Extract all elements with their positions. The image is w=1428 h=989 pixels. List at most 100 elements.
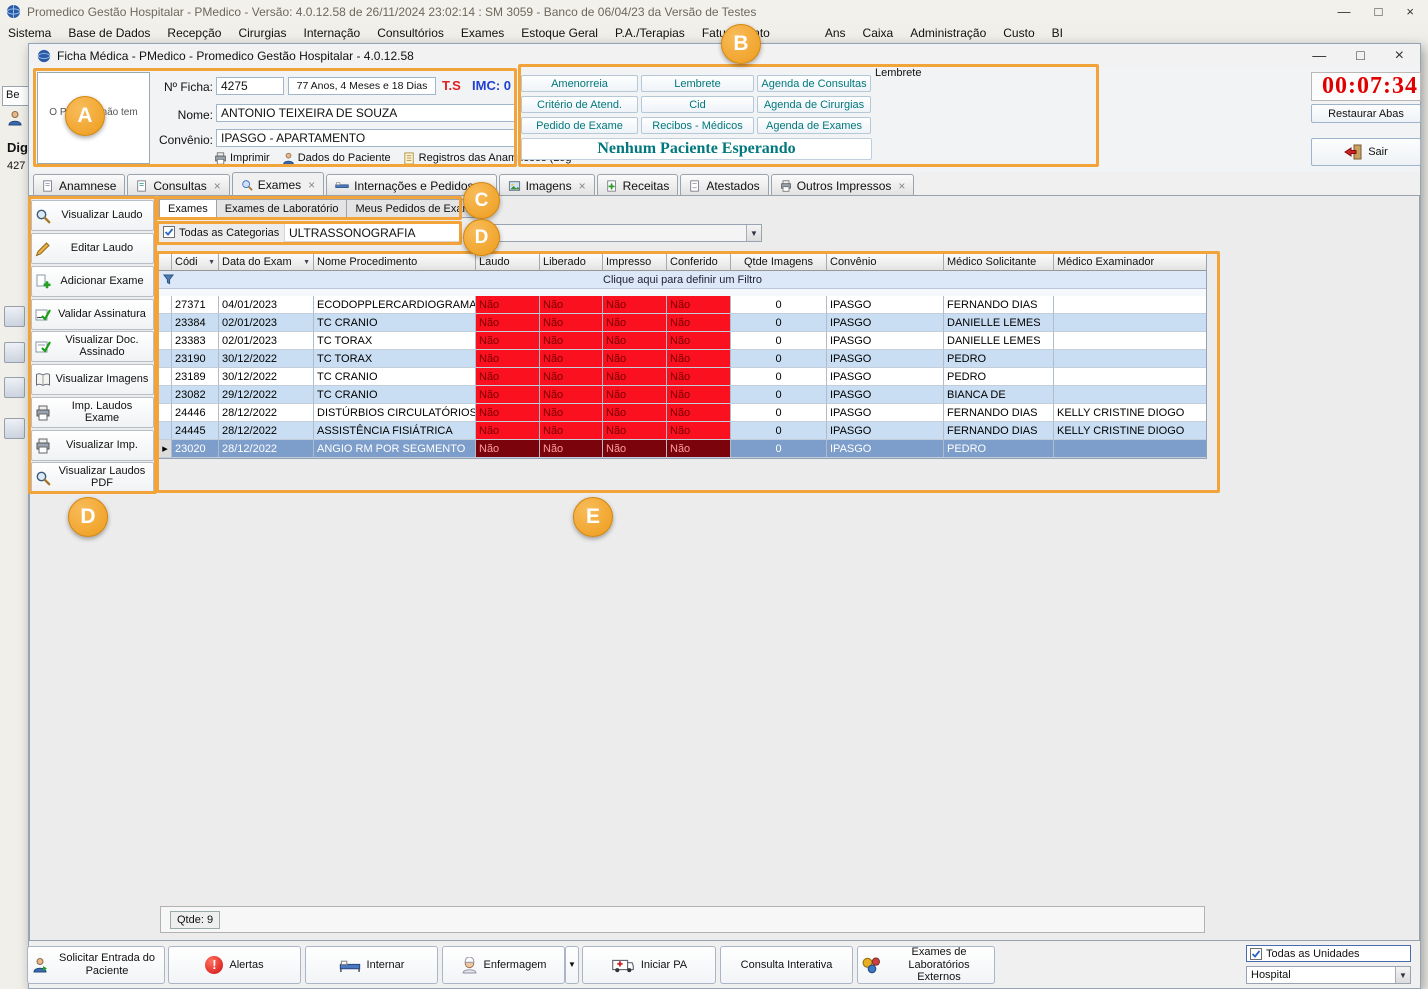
iniciar-pa-button[interactable]: Iniciar PA: [582, 946, 716, 984]
internar-button[interactable]: Internar: [305, 946, 438, 984]
table-row[interactable]: 24446 28/12/2022 DISTÚRBIOS CIRCULATÓRIO…: [159, 404, 1206, 422]
menu-item-recepcao[interactable]: Recepção: [167, 26, 221, 40]
column-header-conferido[interactable]: Conferido: [667, 254, 731, 271]
enfermagem-dropdown-button[interactable]: ▼: [565, 946, 579, 984]
consulta-interativa-button[interactable]: Consulta Interativa: [720, 946, 853, 984]
tab-close-icon[interactable]: ×: [579, 179, 586, 193]
menu-item-exames[interactable]: Exames: [461, 26, 504, 40]
tab-internacoes-e-pedidos[interactable]: Internações e Pedidos ×: [326, 174, 497, 196]
table-row[interactable]: 23383 02/01/2023 TC TORAX Não Não Não Nã…: [159, 332, 1206, 350]
menu-item-faturamento[interactable]: Faturamento: [702, 26, 770, 40]
criterio-de-atend-button[interactable]: Critério de Atend.: [521, 96, 638, 113]
close-icon[interactable]: ×: [1406, 4, 1414, 19]
lembrete-button[interactable]: Lembrete: [641, 75, 754, 92]
menu-item-internacao[interactable]: Internação: [303, 26, 360, 40]
tab-atestados[interactable]: Atestados: [680, 174, 769, 196]
menu-item-pa-terapias[interactable]: P.A./Terapias: [615, 26, 685, 40]
menu-item-estoque-geral[interactable]: Estoque Geral: [521, 26, 598, 40]
menu-item-consultorios[interactable]: Consultórios: [377, 26, 444, 40]
solicitar-entrada-button[interactable]: Solicitar Entrada do Paciente: [27, 946, 165, 984]
subtab-meus-pedidos-de-exame[interactable]: Meus Pedidos de Exame: [347, 199, 487, 218]
column-header-medico-solicitante[interactable]: Médico Solicitante: [944, 254, 1054, 271]
table-row[interactable]: 23189 30/12/2022 TC CRANIO Não Não Não N…: [159, 368, 1206, 386]
column-header-codigo[interactable]: Códi ▼: [172, 254, 219, 271]
subtab-exames-de-laboratorio[interactable]: Exames de Laboratório: [216, 199, 348, 218]
todas-categorias-checkbox[interactable]: [163, 226, 175, 238]
agenda-de-exames-button[interactable]: Agenda de Exames: [757, 117, 871, 134]
imprimir-button[interactable]: Imprimir: [214, 151, 270, 165]
visualizar-imp-button[interactable]: Visualizar Imp.: [31, 430, 154, 461]
menu-item-sistema[interactable]: Sistema: [8, 26, 51, 40]
grid-filter-row[interactable]: Clique aqui para definir um Filtro: [159, 271, 1206, 289]
column-header-liberado[interactable]: Liberado: [540, 254, 603, 271]
tab-anamnese[interactable]: Anamnese: [33, 174, 126, 196]
minimize-icon[interactable]: —: [1338, 4, 1351, 19]
menu-item-administracao[interactable]: Administração: [910, 26, 986, 40]
amenorreia-button[interactable]: Amenorreia: [521, 75, 638, 92]
menu-item-caixa[interactable]: Caixa: [863, 26, 894, 40]
chevron-down-icon[interactable]: ▼: [1395, 967, 1410, 983]
dados-do-paciente-button[interactable]: Dados do Paciente: [282, 152, 391, 165]
alertas-button[interactable]: ! Alertas: [168, 946, 301, 984]
column-header-data-do-exame[interactable]: Data do Exam ▼: [219, 254, 314, 271]
column-header-medico-examinador[interactable]: Médico Examinador: [1054, 254, 1206, 271]
unidade-combobox[interactable]: Hospital ▼: [1246, 966, 1411, 984]
tab-close-icon[interactable]: ×: [308, 178, 315, 192]
cid-button[interactable]: Cid: [641, 96, 754, 113]
visualizar-doc-assinado-button[interactable]: Visualizar Doc. Assinado: [31, 331, 154, 362]
visualizar-laudos-pdf-button[interactable]: Visualizar Laudos PDF: [31, 462, 154, 493]
close-icon[interactable]: ×: [1395, 47, 1404, 65]
dados-label: Dados do Paciente: [297, 152, 391, 164]
tab-receitas[interactable]: Receitas: [596, 174, 679, 196]
convenio-field[interactable]: IPASGO - APARTAMENTO: [216, 129, 515, 147]
recibos-medicos-button[interactable]: Recibos - Médicos: [641, 117, 754, 134]
minimize-icon[interactable]: —: [1312, 47, 1326, 65]
column-header-laudo[interactable]: Laudo: [476, 254, 540, 271]
sair-button[interactable]: Sair: [1311, 138, 1421, 166]
pedido-de-exame-button[interactable]: Pedido de Exame: [521, 117, 638, 134]
menu-item-cirurgias[interactable]: Cirurgias: [238, 26, 286, 40]
subtab-exames[interactable]: Exames: [159, 199, 217, 218]
menu-item-custo[interactable]: Custo: [1003, 26, 1034, 40]
menu-item-base-de-dados[interactable]: Base de Dados: [68, 26, 150, 40]
visualizar-laudo-button[interactable]: Visualizar Laudo: [31, 200, 154, 231]
adicionar-exame-button[interactable]: Adicionar Exame: [31, 266, 154, 297]
todas-unidades-checkbox[interactable]: [1250, 947, 1262, 960]
table-row[interactable]: 24445 28/12/2022 ASSISTÊNCIA FISIÁTRICA …: [159, 422, 1206, 440]
patient-name-field[interactable]: ANTONIO TEIXEIRA DE SOUZA: [216, 104, 515, 122]
enfermagem-button[interactable]: Enfermagem: [442, 946, 565, 984]
table-row[interactable]: ▸ 23020 28/12/2022 ANGIO RM POR SEGMENTO…: [159, 440, 1206, 458]
menu-item-ans[interactable]: Ans: [825, 26, 846, 40]
imp-laudos-exame-button[interactable]: Imp. Laudos Exame: [31, 397, 154, 428]
tab-outros-impressos[interactable]: Outros Impressos ×: [770, 174, 915, 196]
chevron-down-icon[interactable]: ▼: [746, 225, 761, 241]
table-row[interactable]: 23384 02/01/2023 TC CRANIO Não Não Não N…: [159, 314, 1206, 332]
menu-item-bi[interactable]: BI: [1052, 26, 1063, 40]
ficha-number-field[interactable]: 4275: [216, 77, 284, 95]
column-header-impresso[interactable]: Impresso: [603, 254, 667, 271]
tab-exames[interactable]: Exames ×: [231, 172, 325, 196]
tab-consultas[interactable]: Consultas ×: [127, 174, 230, 196]
agenda-de-consultas-button[interactable]: Agenda de Consultas: [757, 75, 871, 92]
exames-lab-externos-button[interactable]: Exames de Laboratórios Externos: [857, 946, 995, 984]
table-row[interactable]: 23190 30/12/2022 TC TORAX Não Não Não Nã…: [159, 350, 1206, 368]
exame-filter-combobox[interactable]: ▼: [470, 224, 762, 242]
column-header-nome-procedimento[interactable]: Nome Procedimento: [314, 254, 476, 271]
table-row[interactable]: 23082 29/12/2022 TC CRANIO Não Não Não N…: [159, 386, 1206, 404]
tab-close-icon[interactable]: ×: [898, 179, 905, 193]
validar-assinatura-button[interactable]: Validar Assinatura: [31, 299, 154, 330]
table-row[interactable]: 27371 04/01/2023 ECODOPPLERCARDIOGRAMA N…: [159, 296, 1206, 314]
agenda-de-cirurgias-button[interactable]: Agenda de Cirurgias: [757, 96, 871, 113]
tab-close-icon[interactable]: ×: [481, 179, 488, 193]
maximize-icon[interactable]: □: [1375, 4, 1383, 19]
maximize-icon[interactable]: □: [1356, 47, 1364, 65]
editar-laudo-button[interactable]: Editar Laudo: [31, 233, 154, 264]
restaurar-abas-button[interactable]: Restaurar Abas: [1311, 104, 1421, 123]
ts-label[interactable]: T.S: [442, 78, 461, 93]
background-label: 427: [7, 160, 26, 172]
visualizar-imagens-button[interactable]: Visualizar Imagens: [31, 364, 154, 395]
column-header-qtde-imagens[interactable]: Qtde Imagens: [731, 254, 827, 271]
column-header-convenio[interactable]: Convênio: [827, 254, 944, 271]
tab-imagens[interactable]: Imagens ×: [498, 174, 595, 196]
tab-close-icon[interactable]: ×: [214, 179, 221, 193]
